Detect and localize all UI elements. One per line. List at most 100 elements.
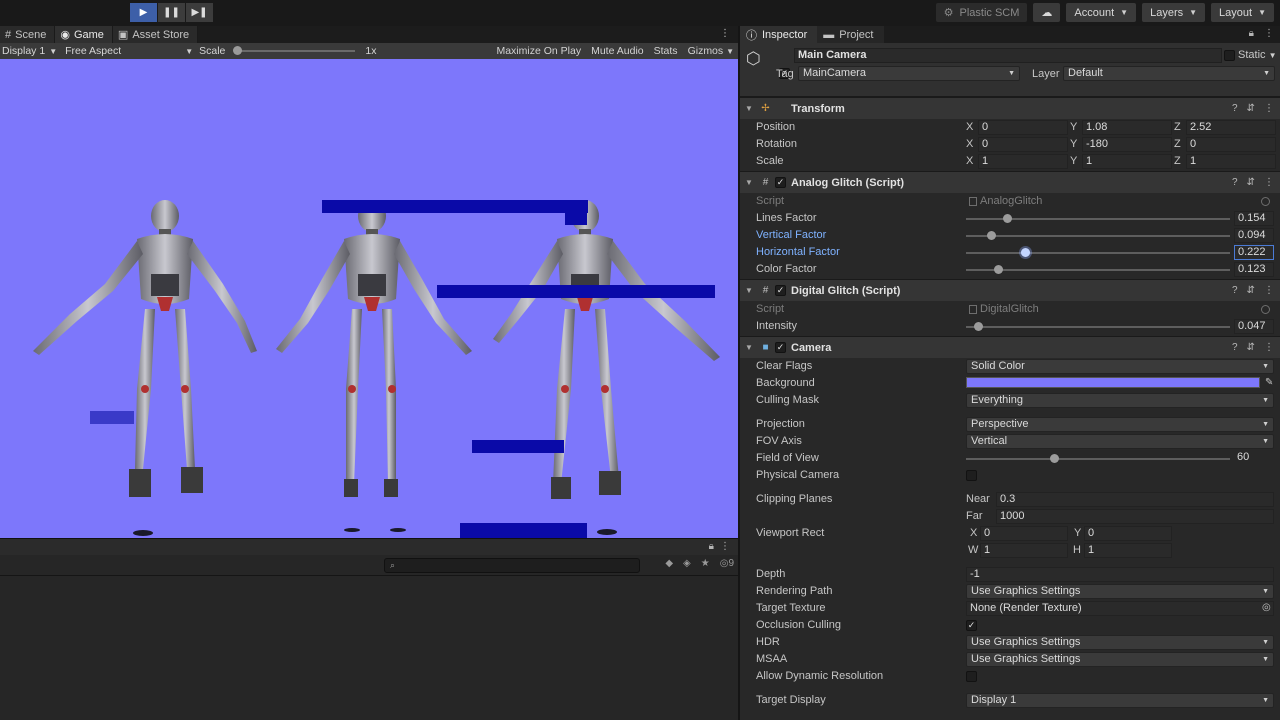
lock-icon[interactable]: 🔒︎ [1249, 28, 1254, 39]
occlusion-culling-checkbox[interactable]: ✓ [966, 620, 977, 631]
intensity-knob[interactable] [974, 322, 984, 331]
cloud-button[interactable]: ☁ [1033, 3, 1061, 22]
scale-x-field[interactable]: 1 [978, 154, 1068, 169]
culling-mask-dropdown[interactable]: Everything [966, 393, 1274, 408]
camera-enabled-checkbox[interactable]: ✓ [775, 342, 786, 353]
rendering-path-dropdown[interactable]: Use Graphics Settings [966, 584, 1274, 599]
preset-icon[interactable]: ⇵ [1247, 103, 1255, 114]
near-clip-field[interactable]: 0.3 [996, 492, 1274, 507]
depth-field[interactable]: -1 [966, 567, 1274, 582]
static-dropdown[interactable]: Static ▼ [1238, 49, 1277, 61]
tab-asset-store[interactable]: ▣ Asset Store [112, 26, 199, 43]
fold-arrow-icon[interactable]: ▼ [745, 343, 753, 352]
layer-dropdown[interactable]: Default [1063, 66, 1275, 81]
intensity-field[interactable]: 0.047 [1234, 319, 1274, 334]
lock-icon[interactable]: 🔒︎ [709, 541, 714, 552]
layout-dropdown[interactable]: Layout ▼ [1211, 3, 1274, 22]
transform-header[interactable]: ▼ ✢ Transform ? ⇵ ⋮ [740, 97, 1280, 119]
horizontal-factor-knob[interactable] [1020, 248, 1030, 257]
color-factor-field[interactable]: 0.123 [1234, 262, 1274, 277]
mute-audio-toggle[interactable]: Mute Audio [591, 45, 644, 57]
fov-axis-dropdown[interactable]: Vertical [966, 434, 1274, 449]
vertical-factor-knob[interactable] [986, 231, 996, 240]
kebab-menu-icon[interactable]: ⋮ [1264, 177, 1274, 188]
lines-factor-knob[interactable] [1002, 214, 1012, 223]
hidden-count[interactable]: ◎9 [720, 558, 734, 569]
tab-project[interactable]: ▬ Project [817, 26, 884, 43]
horizontal-factor-slider[interactable] [966, 252, 1230, 254]
dynamic-resolution-checkbox[interactable] [966, 671, 977, 682]
physical-camera-checkbox[interactable] [966, 470, 977, 481]
filter-type-icon[interactable]: ◆ [665, 558, 673, 569]
eyedropper-icon[interactable]: ✎ [1265, 377, 1273, 388]
kebab-menu-icon[interactable]: ⋮ [720, 28, 730, 39]
help-icon[interactable]: ? [1232, 103, 1238, 114]
object-name-field[interactable]: Main Camera [794, 48, 1222, 63]
camera-header[interactable]: ▼ ■ ✓ Camera ? ⇵ ⋮ [740, 336, 1280, 358]
intensity-slider[interactable] [966, 326, 1230, 328]
console-search-input[interactable]: ⌕ [384, 558, 640, 573]
fold-arrow-icon[interactable]: ▼ [745, 178, 753, 187]
account-dropdown[interactable]: Account ▼ [1066, 3, 1137, 22]
fov-slider[interactable] [966, 458, 1230, 460]
analog-glitch-header[interactable]: ▼ # ✓ Analog Glitch (Script) ? ⇵ ⋮ [740, 171, 1280, 193]
aspect-dropdown[interactable]: Free Aspect ▼ [63, 45, 197, 57]
preset-icon[interactable]: ⇵ [1247, 177, 1255, 188]
msaa-dropdown[interactable]: Use Graphics Settings [966, 652, 1274, 667]
viewport-x-field[interactable]: 0 [980, 526, 1068, 541]
help-icon[interactable]: ? [1232, 342, 1238, 353]
tag-icon[interactable]: ◈ [683, 558, 691, 569]
viewport-w-field[interactable]: 1 [980, 543, 1068, 558]
vertical-factor-slider[interactable] [966, 235, 1230, 237]
far-clip-field[interactable]: 1000 [996, 509, 1274, 524]
step-button[interactable]: ▶❚ [186, 3, 213, 22]
vertical-factor-field[interactable]: 0.094 [1234, 228, 1274, 243]
lines-factor-field[interactable]: 0.154 [1234, 211, 1274, 226]
digital-glitch-enabled-checkbox[interactable]: ✓ [775, 285, 786, 296]
tab-inspector[interactable]: ⓘ Inspector [740, 26, 818, 43]
help-icon[interactable]: ? [1232, 177, 1238, 188]
tag-dropdown[interactable]: MainCamera [798, 66, 1020, 81]
background-color-field[interactable] [966, 377, 1260, 388]
position-x-field[interactable]: 0 [978, 120, 1068, 135]
help-icon[interactable]: ? [1232, 285, 1238, 296]
play-button[interactable]: ▶ [130, 3, 157, 22]
rotation-x-field[interactable]: 0 [978, 137, 1068, 152]
tab-scene[interactable]: # Scene [0, 26, 56, 43]
preset-icon[interactable]: ⇵ [1247, 342, 1255, 353]
fold-arrow-icon[interactable]: ▼ [745, 104, 753, 113]
scale-slider[interactable] [233, 46, 356, 55]
rotation-z-field[interactable]: 0 [1186, 137, 1276, 152]
star-icon[interactable]: ★ [701, 558, 710, 569]
static-checkbox[interactable] [1224, 50, 1235, 61]
color-factor-slider[interactable] [966, 269, 1230, 271]
clear-flags-dropdown[interactable]: Solid Color [966, 359, 1274, 374]
fov-knob[interactable] [1049, 454, 1059, 463]
scale-z-field[interactable]: 1 [1186, 154, 1276, 169]
horizontal-factor-field[interactable]: 0.222 [1234, 245, 1274, 260]
projection-dropdown[interactable]: Perspective [966, 417, 1274, 432]
game-viewport[interactable] [0, 59, 738, 538]
target-display-dropdown[interactable]: Display 1 [966, 693, 1274, 708]
target-texture-field[interactable]: None (Render Texture) [966, 601, 1274, 616]
position-z-field[interactable]: 2.52 [1186, 120, 1276, 135]
rotation-y-field[interactable]: -180 [1082, 137, 1172, 152]
hdr-dropdown[interactable]: Use Graphics Settings [966, 635, 1274, 650]
digital-glitch-header[interactable]: ▼ # ✓ Digital Glitch (Script) ? ⇵ ⋮ [740, 279, 1280, 301]
position-y-field[interactable]: 1.08 [1082, 120, 1172, 135]
display-dropdown[interactable]: Display 1 ▼ [0, 45, 63, 57]
layers-dropdown[interactable]: Layers ▼ [1142, 3, 1206, 22]
color-factor-knob[interactable] [994, 265, 1004, 274]
fold-arrow-icon[interactable]: ▼ [745, 286, 753, 295]
pause-button[interactable]: ❚❚ [158, 3, 185, 22]
plastic-scm-button[interactable]: ⚙ Plastic SCM [935, 3, 1028, 22]
stats-toggle[interactable]: Stats [654, 45, 678, 57]
kebab-menu-icon[interactable]: ⋮ [1264, 103, 1274, 114]
scale-slider-knob[interactable] [233, 46, 243, 55]
analog-glitch-enabled-checkbox[interactable]: ✓ [775, 177, 786, 188]
kebab-menu-icon[interactable]: ⋮ [1264, 285, 1274, 296]
tab-game[interactable]: ◉ Game [55, 26, 113, 43]
viewport-h-field[interactable]: 1 [1084, 543, 1172, 558]
scale-y-field[interactable]: 1 [1082, 154, 1172, 169]
kebab-menu-icon[interactable]: ⋮ [1264, 342, 1274, 353]
